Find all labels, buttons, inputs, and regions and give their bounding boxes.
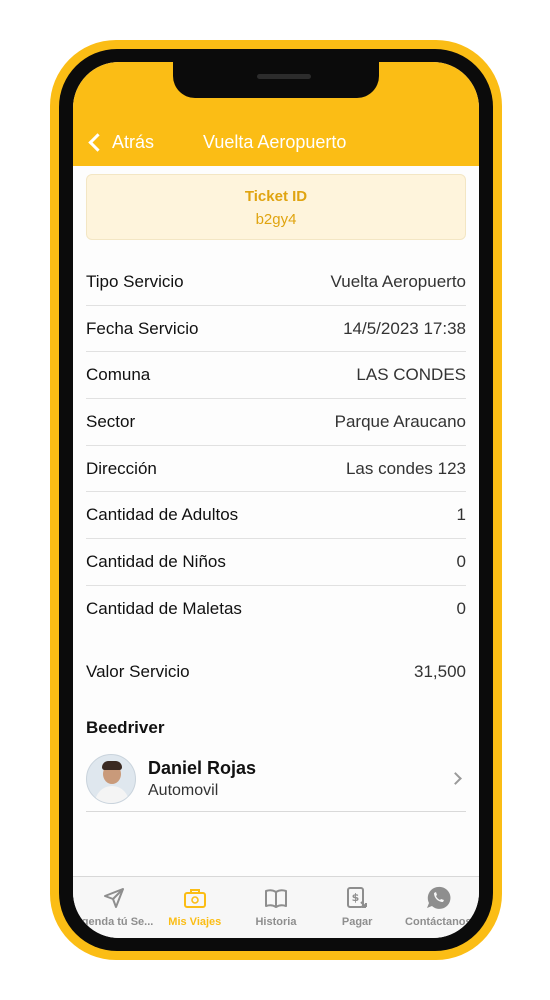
detail-list: Tipo Servicio Vuelta Aeropuerto Fecha Se… <box>86 259 466 633</box>
detail-label: Fecha Servicio <box>86 318 199 338</box>
ticket-label: Ticket ID <box>244 188 308 205</box>
driver-vehicle: Automovil <box>148 781 219 799</box>
detail-label: Comuna <box>86 365 151 385</box>
tab-label: Contáctanos <box>405 916 472 928</box>
tab-contactanos[interactable]: Contáctanos <box>398 877 479 938</box>
book-icon <box>264 889 287 908</box>
ticket-id-value: b2gy4 <box>255 211 297 228</box>
detail-row-comuna: Comuna LAS CONDES <box>86 352 466 400</box>
detail-label: Cantidad de Niños <box>86 551 226 571</box>
detail-label: Tipo Servicio <box>86 271 184 291</box>
ticket-card: Ticket ID b2gy4 <box>86 174 466 240</box>
detail-value: 0 <box>456 599 466 619</box>
avatar <box>86 753 136 804</box>
service-price-row: Valor Servicio 31,500 <box>86 657 466 687</box>
notch <box>173 62 379 98</box>
detail-value: LAS CONDES <box>356 365 466 385</box>
detail-label: Cantidad de Maletas <box>86 599 242 619</box>
tab-label: Mis Viajes <box>168 916 222 928</box>
detail-value: Las condes 123 <box>345 458 466 478</box>
suitcase-icon <box>183 889 206 908</box>
phone-bezel: Atrás Vuelta Aeropuerto Ticket ID b2gy4 … <box>59 49 493 951</box>
tab-label: Pagar <box>341 916 373 928</box>
page-title: Vuelta Aeropuerto <box>203 132 347 152</box>
detail-row-ninos: Cantidad de Niños 0 <box>86 539 466 586</box>
price-label: Valor Servicio <box>86 662 190 681</box>
detail-row-fecha-servicio: Fecha Servicio 14/5/2023 17:38 <box>86 306 466 353</box>
detail-value: Parque Araucano <box>334 411 466 431</box>
driver-section-heading: Beedriver <box>86 718 165 737</box>
detail-value: 1 <box>456 505 466 525</box>
tab-label: Historia <box>255 916 297 928</box>
driver-row[interactable]: Daniel Rojas Automovil <box>86 746 466 812</box>
speaker-grille <box>257 74 311 79</box>
trip-detail-content: Ticket ID b2gy4 Tipo Servicio Vuelta Aer… <box>73 166 479 876</box>
detail-row-adultos: Cantidad de Adultos 1 <box>86 492 466 540</box>
detail-label: Sector <box>86 411 136 431</box>
tab-historia[interactable]: Historia <box>235 877 316 938</box>
whatsapp-icon <box>427 886 451 909</box>
tab-agenda[interactable]: Agenda tú Se... <box>73 877 154 938</box>
tab-pagar[interactable]: $ Pagar <box>317 877 398 938</box>
tab-mis-viajes[interactable]: Mis Viajes <box>154 877 235 938</box>
price-value: 31,500 <box>414 662 466 681</box>
tab-label: Agenda tú Se... <box>73 916 154 928</box>
detail-value: 14/5/2023 17:38 <box>343 318 466 338</box>
driver-info: Daniel Rojas Automovil <box>148 758 451 800</box>
detail-label: Cantidad de Adultos <box>86 505 239 525</box>
svg-text:$: $ <box>352 891 360 904</box>
detail-label: Dirección <box>86 458 157 478</box>
send-icon <box>103 888 124 908</box>
phone-frame: Atrás Vuelta Aeropuerto Ticket ID b2gy4 … <box>50 40 502 960</box>
chevron-right-icon <box>449 772 462 785</box>
detail-row-sector: Sector Parque Araucano <box>86 399 466 446</box>
detail-value: Vuelta Aeropuerto <box>330 271 466 291</box>
chevron-left-icon <box>88 132 107 152</box>
detail-row-maletas: Cantidad de Maletas 0 <box>86 586 466 633</box>
payment-icon: $ <box>347 887 368 908</box>
driver-name: Daniel Rojas <box>148 757 257 778</box>
detail-row-direccion: Dirección Las condes 123 <box>86 446 466 493</box>
back-button[interactable]: Atrás <box>85 128 154 156</box>
avatar-body <box>95 785 129 803</box>
app-screen: Atrás Vuelta Aeropuerto Ticket ID b2gy4 … <box>73 62 479 938</box>
avatar-hair <box>102 760 122 770</box>
detail-row-tipo-servicio: Tipo Servicio Vuelta Aeropuerto <box>86 259 466 306</box>
back-label: Atrás <box>112 131 155 152</box>
detail-value: 0 <box>456 551 466 571</box>
tab-bar: Agenda tú Se... Mis Viajes Historia $ Pa… <box>73 876 479 938</box>
